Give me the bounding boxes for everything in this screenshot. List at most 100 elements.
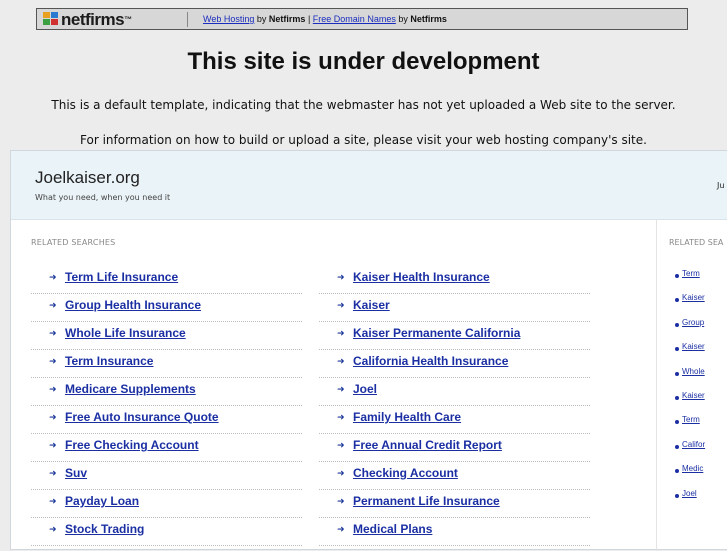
page-title: This site is under development	[187, 48, 540, 75]
related-search-link[interactable]: Kaiser Permanente California	[353, 326, 520, 340]
banner-divider	[187, 12, 188, 27]
bullet-icon	[675, 444, 679, 449]
arrow-right-icon: ➜	[49, 497, 57, 507]
arrow-right-icon: ➜	[337, 525, 345, 535]
arrow-right-icon: ➜	[337, 273, 345, 283]
bullet-icon	[675, 493, 679, 498]
arrow-right-icon: ➜	[337, 469, 345, 479]
sidebar-link[interactable]: Kaiser	[682, 391, 705, 400]
sidebar-link[interactable]: Group	[682, 318, 704, 327]
arrow-right-icon: ➜	[49, 385, 57, 395]
related-search-link[interactable]: Whole Life Insurance	[65, 326, 186, 340]
related-search-link[interactable]: Kaiser Health Insurance	[353, 270, 490, 284]
related-search-link[interactable]: Free Auto Insurance Quote	[65, 410, 219, 424]
related-search-item: ➜ Medicare Supplements	[31, 378, 302, 406]
related-search-item: ➜ Permanent Life Insurance	[319, 490, 590, 518]
related-search-item: ➜ Free Annual Credit Report	[319, 434, 590, 462]
related-search-item: ➜ Group Health Insurance	[31, 294, 302, 322]
arrow-right-icon: ➜	[337, 441, 345, 451]
related-search-link[interactable]: Term Insurance	[65, 354, 153, 368]
hosting-info-notice: For information on how to build or uploa…	[80, 133, 647, 147]
bullet-icon	[675, 274, 679, 278]
sidebar-link[interactable]: Kaiser	[682, 293, 705, 302]
related-search-item: ➜ Whole Life Insurance	[31, 322, 302, 350]
related-searches-heading: RELATED SEARCHES	[31, 238, 116, 247]
related-search-item: ➜ Joel	[319, 378, 590, 406]
related-search-item: ➜ Kaiser Health Insurance	[319, 266, 590, 294]
related-search-item: ➜ Term Life Insurance	[31, 266, 302, 294]
related-search-link[interactable]: Permanent Life Insurance	[353, 494, 500, 508]
sidebar-link[interactable]: Califor	[682, 440, 705, 449]
default-template-notice: This is a default template, indicating t…	[51, 98, 676, 112]
sidebar-link[interactable]: Joel	[682, 489, 697, 498]
bullet-icon	[675, 395, 679, 400]
hosting-by-text: by	[256, 14, 267, 24]
related-search-link[interactable]: Free Annual Credit Report	[353, 438, 502, 452]
arrow-right-icon: ➜	[337, 413, 345, 423]
site-tagline: What you need, when you need it	[35, 193, 171, 202]
netfirms-logo-icon	[43, 12, 58, 25]
free-domain-names-link[interactable]: Free Domain Names	[313, 14, 396, 24]
arrow-right-icon: ➜	[49, 329, 57, 339]
banner-links: Web Hosting by Netfirms | Free Domain Na…	[203, 13, 447, 25]
netfirms-logo[interactable]: netfirms™	[43, 10, 163, 29]
related-search-link[interactable]: Suv	[65, 466, 87, 480]
arrow-right-icon: ➜	[337, 301, 345, 311]
related-search-item: ➜ Family Health Care	[319, 406, 590, 434]
sidebar-link[interactable]: Medic	[682, 464, 703, 473]
related-search-link[interactable]: Kaiser	[353, 298, 390, 312]
related-search-item: ➜ Free Checking Account	[31, 434, 302, 462]
related-search-link[interactable]: Checking Account	[353, 466, 458, 480]
bullet-icon	[675, 322, 679, 327]
related-search-item: ➜ Stock Trading	[31, 518, 302, 546]
related-search-item: ➜ Checking Account	[319, 462, 590, 490]
related-searches-main: RELATED SEARCHES ➜ Term Life Insurance ➜ Gr…	[11, 220, 657, 551]
domain-brand-text: Netfirms	[410, 14, 447, 24]
arrow-right-icon: ➜	[49, 273, 57, 283]
related-search-link[interactable]: Stock Trading	[65, 522, 144, 536]
arrow-right-icon: ➜	[337, 329, 345, 339]
site-title[interactable]: Joelkaiser.org	[35, 168, 140, 188]
related-search-link[interactable]: Medical Plans	[353, 522, 432, 536]
related-search-link[interactable]: Medicare Supplements	[65, 382, 196, 396]
related-search-item: ➜ California Health Insurance	[319, 350, 590, 378]
arrow-right-icon: ➜	[337, 385, 345, 395]
arrow-right-icon: ➜	[49, 525, 57, 535]
related-search-item: ➜ Payday Loan	[31, 490, 302, 518]
related-search-item: ➜ Free Auto Insurance Quote	[31, 406, 302, 434]
header-right-text: Ju	[717, 181, 725, 190]
bullet-icon	[675, 347, 679, 352]
related-search-link[interactable]: Joel	[353, 382, 377, 396]
related-search-item: ➜ Medical Plans	[319, 518, 590, 546]
related-searches-sidebar: RELATED SEA Term Kaiser Group Kaiser Whole Ka…	[657, 220, 727, 551]
sidebar-link[interactable]: Term	[682, 415, 700, 424]
related-search-link[interactable]: Payday Loan	[65, 494, 139, 508]
related-search-link[interactable]: Term Life Insurance	[65, 270, 178, 284]
related-search-item: ➜ Kaiser Permanente California	[319, 322, 590, 350]
netfirms-banner: netfirms™ Web Hosting by Netfirms | Free…	[36, 8, 688, 30]
bullet-icon	[675, 420, 679, 425]
related-search-link[interactable]: Family Health Care	[353, 410, 461, 424]
related-search-item: ➜ Kaiser	[319, 294, 590, 322]
related-search-item: ➜ Suv	[31, 462, 302, 490]
sidebar-link[interactable]: Kaiser	[682, 342, 705, 351]
web-hosting-link[interactable]: Web Hosting	[203, 14, 254, 24]
related-search-link[interactable]: Free Checking Account	[65, 438, 199, 452]
arrow-right-icon: ➜	[49, 357, 57, 367]
arrow-right-icon: ➜	[49, 301, 57, 311]
bullet-icon	[675, 298, 679, 303]
arrow-right-icon: ➜	[337, 497, 345, 507]
bullet-icon	[675, 469, 679, 474]
related-search-link[interactable]: California Health Insurance	[353, 354, 508, 368]
domain-by-text: by	[398, 14, 408, 24]
sidebar-link[interactable]: Term	[682, 269, 700, 278]
arrow-right-icon: ➜	[49, 441, 57, 451]
related-search-link[interactable]: Group Health Insurance	[65, 298, 201, 312]
related-links-right: ➜ Kaiser Health Insurance ➜ Kaiser ➜ Kaiser P…	[319, 266, 590, 546]
related-search-item: ➜ Term Insurance	[31, 350, 302, 378]
related-links-left: ➜ Term Life Insurance ➜ Group Health Insura…	[31, 266, 302, 546]
arrow-right-icon: ➜	[337, 357, 345, 367]
arrow-right-icon: ➜	[49, 413, 57, 423]
sidebar-link[interactable]: Whole	[682, 367, 705, 376]
arrow-right-icon: ➜	[49, 469, 57, 479]
